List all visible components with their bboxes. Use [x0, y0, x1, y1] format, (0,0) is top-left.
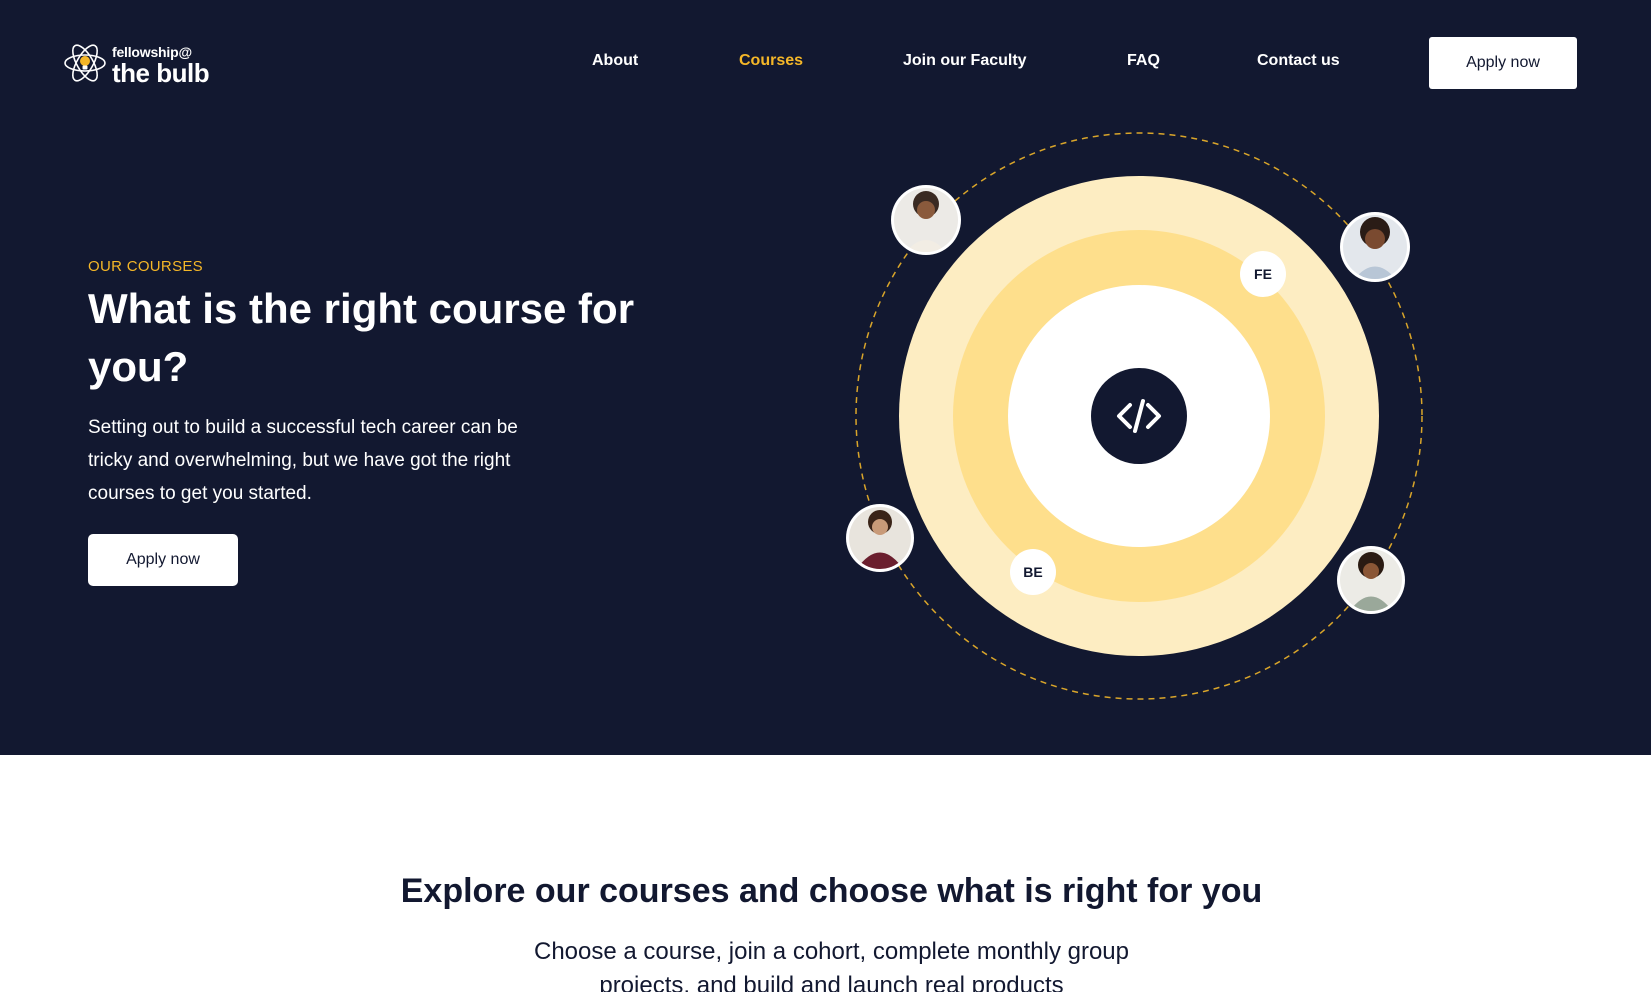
badge-fe: FE	[1240, 251, 1286, 297]
nav-join-faculty[interactable]: Join our Faculty	[903, 52, 1027, 70]
avatar-top-left	[891, 185, 961, 255]
nav-courses[interactable]: Courses	[739, 52, 803, 70]
avatar-bottom-left	[846, 504, 914, 572]
nav-faq[interactable]: FAQ	[1127, 52, 1160, 70]
hero-title: What is the right course for you?	[88, 285, 635, 390]
hero-section: fellowship@ the bulb About Courses Join …	[0, 0, 1651, 755]
badge-be-label: BE	[1023, 564, 1042, 580]
course-orbit-illustration: FE BE	[846, 132, 1423, 700]
hero-description: Setting out to build a successful tech c…	[88, 417, 518, 504]
avatar-bottom-right	[1337, 546, 1405, 614]
badge-be: BE	[1010, 549, 1056, 595]
explore-description: Choose a course, join a cohort, complete…	[534, 938, 1129, 992]
explore-title: Explore our courses and choose what is r…	[400, 872, 1263, 910]
brand-logo[interactable]: fellowship@ the bulb	[62, 38, 237, 90]
nav-about[interactable]: About	[592, 52, 638, 70]
nav-contact[interactable]: Contact us	[1257, 52, 1340, 70]
bulb-atom-icon	[64, 44, 106, 82]
badge-fe-label: FE	[1254, 266, 1272, 282]
brand-big-text: the bulb	[112, 58, 210, 88]
hero-eyebrow: OUR COURSES	[88, 258, 203, 275]
avatar-top-right	[1340, 212, 1410, 282]
hero-apply-button[interactable]: Apply now	[88, 534, 238, 586]
nav-apply-button[interactable]: Apply now	[1429, 37, 1577, 89]
